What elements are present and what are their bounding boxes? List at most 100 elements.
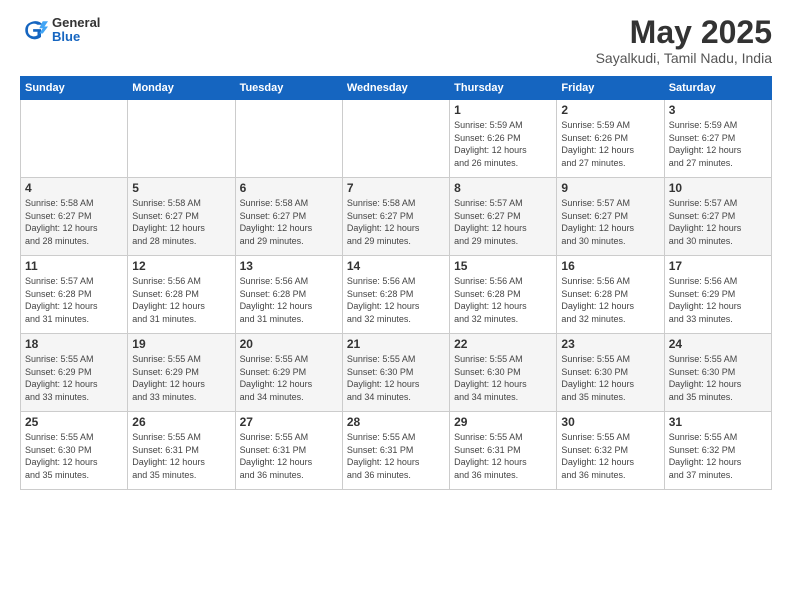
day-number: 20 [240, 337, 338, 351]
day-cell: 21 Sunrise: 5:55 AM Sunset: 6:30 PM Dayli… [342, 334, 449, 412]
day-info: Sunrise: 5:56 AM Sunset: 6:29 PM Dayligh… [669, 275, 767, 325]
day-cell: 8Sunrise: 5:57 AM Sunset: 6:27 PM Daylig… [450, 178, 557, 256]
day-cell [342, 100, 449, 178]
day-cell: 22 Sunrise: 5:55 AM Sunset: 6:30 PM Dayli… [450, 334, 557, 412]
day-cell: 18 Sunrise: 5:55 AM Sunset: 6:29 PM Dayli… [21, 334, 128, 412]
day-number: 25 [25, 415, 123, 429]
day-info: Sunrise: 5:55 AM Sunset: 6:31 PM Dayligh… [347, 431, 445, 481]
header-cell-monday: Monday [128, 77, 235, 100]
logo: General Blue [20, 16, 100, 45]
day-info: Sunrise: 5:55 AM Sunset: 6:32 PM Dayligh… [669, 431, 767, 481]
day-cell: 2Sunrise: 5:59 AM Sunset: 6:26 PM Daylig… [557, 100, 664, 178]
day-number: 7 [347, 181, 445, 195]
day-number: 5 [132, 181, 230, 195]
day-cell: 28Sunrise: 5:55 AM Sunset: 6:31 PM Dayli… [342, 412, 449, 490]
day-number: 23 [561, 337, 659, 351]
week-row-5: 25 Sunrise: 5:55 AM Sunset: 6:30 PM Dayli… [21, 412, 772, 490]
day-info: Sunrise: 5:57 AM Sunset: 6:27 PM Dayligh… [561, 197, 659, 247]
day-number: 12 [132, 259, 230, 273]
header-row: SundayMondayTuesdayWednesdayThursdayFrid… [21, 77, 772, 100]
day-info: Sunrise: 5:55 AM Sunset: 6:29 PM Dayligh… [25, 353, 123, 403]
day-info: Sunrise: 5:56 AM Sunset: 6:28 PM Dayligh… [240, 275, 338, 325]
day-number: 21 [347, 337, 445, 351]
day-number: 26 [132, 415, 230, 429]
day-cell: 24 Sunrise: 5:55 AM Sunset: 6:30 PM Dayli… [664, 334, 771, 412]
day-cell: 6Sunrise: 5:58 AM Sunset: 6:27 PM Daylig… [235, 178, 342, 256]
day-info: Sunrise: 5:56 AM Sunset: 6:28 PM Dayligh… [561, 275, 659, 325]
logo-blue: Blue [52, 30, 100, 44]
day-number: 10 [669, 181, 767, 195]
header-cell-thursday: Thursday [450, 77, 557, 100]
header-cell-wednesday: Wednesday [342, 77, 449, 100]
location: Sayalkudi, Tamil Nadu, India [596, 50, 772, 66]
day-number: 27 [240, 415, 338, 429]
day-number: 24 [669, 337, 767, 351]
day-cell: 14Sunrise: 5:56 AM Sunset: 6:28 PM Dayli… [342, 256, 449, 334]
day-number: 22 [454, 337, 552, 351]
calendar-body: 1 Sunrise: 5:59 AM Sunset: 6:26 PM Daylig… [21, 100, 772, 490]
day-info: Sunrise: 5:55 AM Sunset: 6:31 PM Dayligh… [240, 431, 338, 481]
header-cell-saturday: Saturday [664, 77, 771, 100]
day-cell: 11Sunrise: 5:57 AM Sunset: 6:28 PM Dayli… [21, 256, 128, 334]
day-cell: 4Sunrise: 5:58 AM Sunset: 6:27 PM Daylig… [21, 178, 128, 256]
day-number: 15 [454, 259, 552, 273]
day-info: Sunrise: 5:55 AM Sunset: 6:31 PM Dayligh… [454, 431, 552, 481]
day-cell: 27 Sunrise: 5:55 AM Sunset: 6:31 PM Dayli… [235, 412, 342, 490]
day-info: Sunrise: 5:59 AM Sunset: 6:26 PM Dayligh… [454, 119, 552, 169]
header-cell-tuesday: Tuesday [235, 77, 342, 100]
day-cell: 26Sunrise: 5:55 AM Sunset: 6:31 PM Dayli… [128, 412, 235, 490]
day-number: 29 [454, 415, 552, 429]
day-number: 31 [669, 415, 767, 429]
day-number: 9 [561, 181, 659, 195]
day-info: Sunrise: 5:55 AM Sunset: 6:30 PM Dayligh… [669, 353, 767, 403]
logo-text: General Blue [52, 16, 100, 45]
day-info: Sunrise: 5:55 AM Sunset: 6:30 PM Dayligh… [25, 431, 123, 481]
day-info: Sunrise: 5:55 AM Sunset: 6:30 PM Dayligh… [561, 353, 659, 403]
day-info: Sunrise: 5:55 AM Sunset: 6:29 PM Dayligh… [240, 353, 338, 403]
day-cell: 5 Sunrise: 5:58 AM Sunset: 6:27 PM Daylig… [128, 178, 235, 256]
header-cell-sunday: Sunday [21, 77, 128, 100]
day-number: 1 [454, 103, 552, 117]
title-section: May 2025 Sayalkudi, Tamil Nadu, India [596, 16, 772, 66]
day-info: Sunrise: 5:57 AM Sunset: 6:27 PM Dayligh… [669, 197, 767, 247]
day-cell: 15 Sunrise: 5:56 AM Sunset: 6:28 PM Dayli… [450, 256, 557, 334]
day-info: Sunrise: 5:55 AM Sunset: 6:30 PM Dayligh… [454, 353, 552, 403]
day-cell: 25 Sunrise: 5:55 AM Sunset: 6:30 PM Dayli… [21, 412, 128, 490]
day-info: Sunrise: 5:58 AM Sunset: 6:27 PM Dayligh… [132, 197, 230, 247]
day-cell: 7 Sunrise: 5:58 AM Sunset: 6:27 PM Daylig… [342, 178, 449, 256]
day-info: Sunrise: 5:56 AM Sunset: 6:28 PM Dayligh… [132, 275, 230, 325]
day-cell: 3 Sunrise: 5:59 AM Sunset: 6:27 PM Daylig… [664, 100, 771, 178]
header: General Blue May 2025 Sayalkudi, Tamil N… [20, 16, 772, 66]
day-info: Sunrise: 5:57 AM Sunset: 6:28 PM Dayligh… [25, 275, 123, 325]
logo-icon [20, 16, 48, 44]
day-number: 13 [240, 259, 338, 273]
day-cell [235, 100, 342, 178]
day-cell: 9 Sunrise: 5:57 AM Sunset: 6:27 PM Daylig… [557, 178, 664, 256]
day-info: Sunrise: 5:55 AM Sunset: 6:32 PM Dayligh… [561, 431, 659, 481]
day-info: Sunrise: 5:56 AM Sunset: 6:28 PM Dayligh… [454, 275, 552, 325]
day-info: Sunrise: 5:59 AM Sunset: 6:27 PM Dayligh… [669, 119, 767, 169]
day-number: 18 [25, 337, 123, 351]
day-info: Sunrise: 5:55 AM Sunset: 6:29 PM Dayligh… [132, 353, 230, 403]
day-cell [21, 100, 128, 178]
day-number: 3 [669, 103, 767, 117]
header-cell-friday: Friday [557, 77, 664, 100]
day-number: 2 [561, 103, 659, 117]
day-number: 17 [669, 259, 767, 273]
day-number: 30 [561, 415, 659, 429]
day-cell: 10 Sunrise: 5:57 AM Sunset: 6:27 PM Dayli… [664, 178, 771, 256]
day-cell: 16Sunrise: 5:56 AM Sunset: 6:28 PM Dayli… [557, 256, 664, 334]
day-info: Sunrise: 5:58 AM Sunset: 6:27 PM Dayligh… [347, 197, 445, 247]
day-cell: 20 Sunrise: 5:55 AM Sunset: 6:29 PM Dayli… [235, 334, 342, 412]
day-info: Sunrise: 5:58 AM Sunset: 6:27 PM Dayligh… [25, 197, 123, 247]
day-cell: 23 Sunrise: 5:55 AM Sunset: 6:30 PM Dayli… [557, 334, 664, 412]
day-cell: 12 Sunrise: 5:56 AM Sunset: 6:28 PM Dayli… [128, 256, 235, 334]
day-cell: 13 Sunrise: 5:56 AM Sunset: 6:28 PM Dayli… [235, 256, 342, 334]
day-info: Sunrise: 5:55 AM Sunset: 6:30 PM Dayligh… [347, 353, 445, 403]
day-number: 6 [240, 181, 338, 195]
month-title: May 2025 [596, 16, 772, 48]
day-number: 19 [132, 337, 230, 351]
week-row-1: 1 Sunrise: 5:59 AM Sunset: 6:26 PM Daylig… [21, 100, 772, 178]
week-row-2: 4Sunrise: 5:58 AM Sunset: 6:27 PM Daylig… [21, 178, 772, 256]
page: General Blue May 2025 Sayalkudi, Tamil N… [0, 0, 792, 612]
